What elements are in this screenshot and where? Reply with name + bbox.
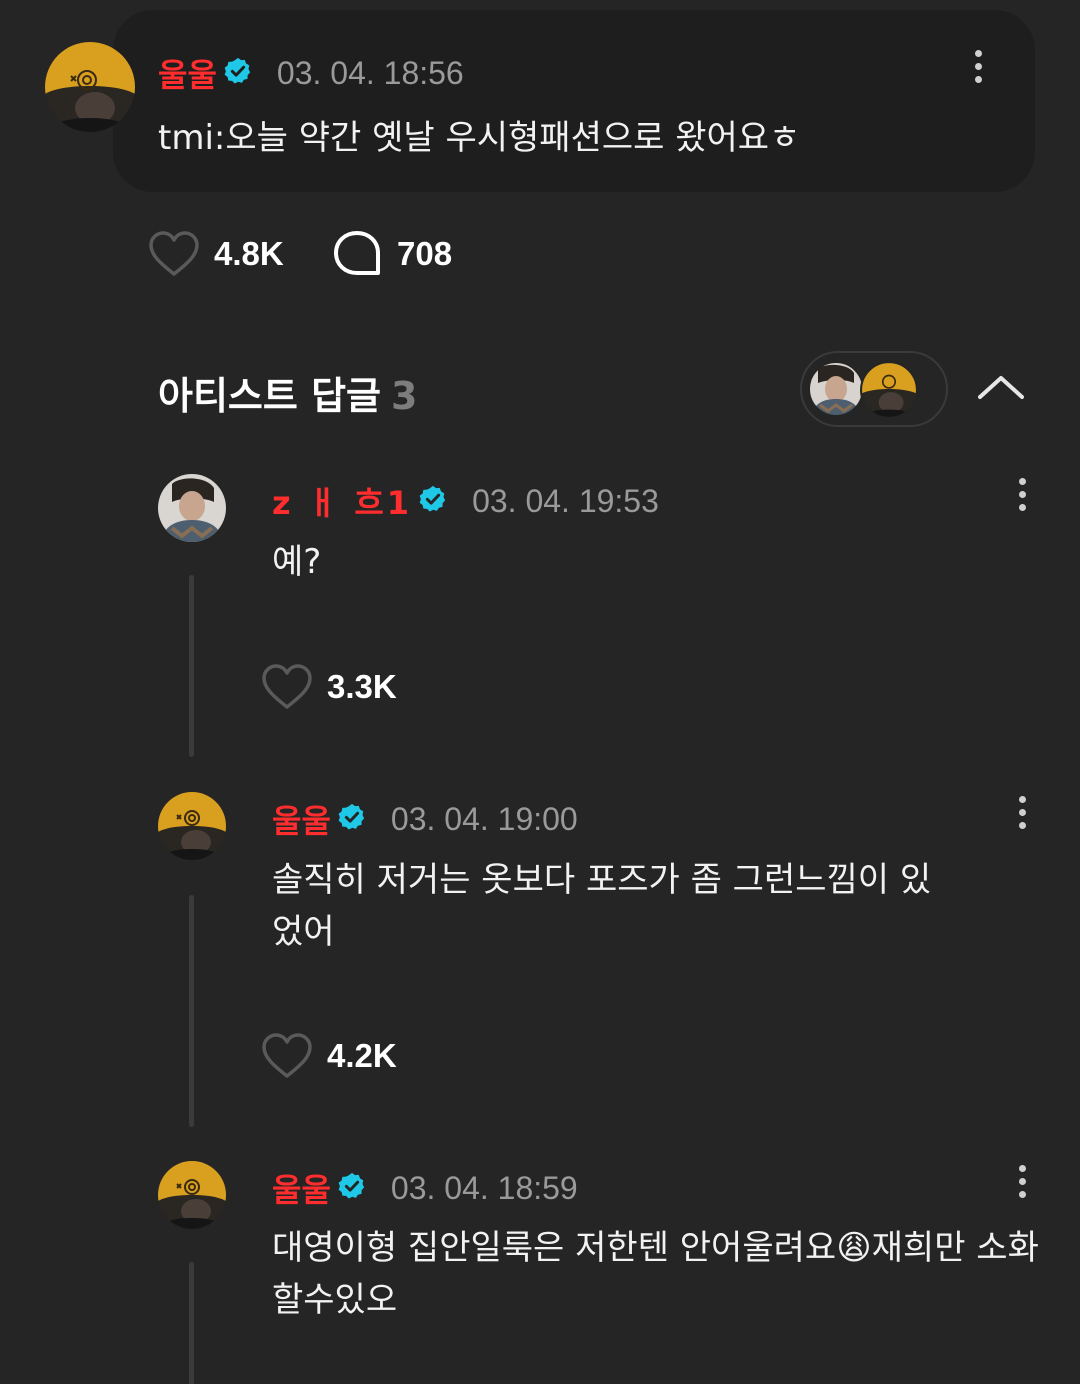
thread-line [189, 895, 194, 1127]
artist-replies-heading: 아티스트 답글 3 [158, 365, 417, 420]
artist-replies-count: 3 [391, 374, 418, 418]
collapse-chevron-up-icon[interactable] [975, 367, 1027, 407]
reply-author-avatar[interactable] [158, 1161, 226, 1229]
reply-author-name[interactable]: 울울 [272, 796, 331, 842]
post-comment-count: 708 [397, 235, 453, 272]
reply-text-part: 대영이형 집안일룩은 저한텐 안어울려요 [272, 1228, 837, 1268]
post-card: 울울 03. 04. 18:56 tmi:오늘 약간 옛날 우시형패션으로 왔어… [113, 10, 1035, 192]
post-more-options-icon[interactable] [968, 50, 988, 90]
thread-line [189, 575, 194, 757]
reply-author-avatar[interactable] [158, 792, 226, 860]
post-like-button[interactable]: 4.8K [148, 230, 284, 278]
reply-timestamp: 03. 04. 19:00 [390, 800, 578, 837]
verified-check-icon [337, 1171, 367, 1205]
heart-icon [149, 231, 199, 276]
post-author-row: 울울 03. 04. 18:56 [158, 50, 464, 96]
reply-more-options-icon[interactable] [1012, 1165, 1032, 1205]
reply-text: 대영이형 집안일룩은 저한텐 안어울려요😩재희만 소화할수있오 [272, 1222, 1052, 1326]
reply-like-button[interactable]: 4.2K [261, 1032, 397, 1080]
artist-replies-title: 아티스트 답글 [158, 374, 381, 418]
reply-like-count: 3.3K [327, 668, 397, 705]
verified-check-icon [223, 56, 253, 90]
reply-timestamp: 03. 04. 19:53 [472, 482, 659, 519]
reply-author-row: 울울 03. 04. 19:00 [272, 796, 578, 842]
post-like-count: 4.8K [214, 235, 284, 272]
heart-icon [262, 664, 312, 709]
weary-face-emoji-icon: 😩 [836, 1228, 872, 1268]
comment-bubble-icon [334, 231, 380, 275]
post-comment-button[interactable]: 708 [333, 230, 452, 278]
thread-line [189, 1262, 194, 1384]
verified-check-icon [418, 484, 448, 518]
heart-icon [262, 1033, 312, 1078]
reply-author-name[interactable]: z ㅐ 흐1 [272, 478, 412, 524]
reply-text: 솔직히 저거는 옷보다 포즈가 좀 그런느낌이 있었어 [272, 860, 932, 952]
reply-more-options-icon[interactable] [1012, 796, 1032, 836]
reply-like-count: 4.2K [327, 1037, 397, 1074]
avatar [808, 361, 864, 417]
verified-check-icon [337, 802, 367, 836]
avatar [860, 361, 918, 419]
reply-timestamp: 03. 04. 18:59 [390, 1169, 578, 1206]
artist-avatars-stack[interactable] [800, 351, 948, 427]
artist-post-page: 울울 03. 04. 18:56 tmi:오늘 약간 옛날 우시형패션으로 왔어… [0, 0, 1080, 1384]
reply-author-name[interactable]: 울울 [272, 1165, 331, 1211]
reply-author-avatar[interactable] [158, 474, 226, 542]
reply-text: 예? [272, 542, 322, 582]
post-author-name[interactable]: 울울 [158, 50, 217, 96]
reply-author-row: 울울 03. 04. 18:59 [272, 1165, 578, 1211]
post-text: tmi:오늘 약간 옛날 우시형패션으로 왔어요ㅎ [158, 118, 801, 158]
reply-more-options-icon[interactable] [1012, 478, 1032, 518]
post-timestamp: 03. 04. 18:56 [276, 54, 464, 91]
reply-author-row: z ㅐ 흐1 03. 04. 19:53 [272, 478, 659, 524]
reply-like-button[interactable]: 3.3K [261, 663, 397, 711]
post-author-avatar[interactable] [45, 42, 135, 132]
